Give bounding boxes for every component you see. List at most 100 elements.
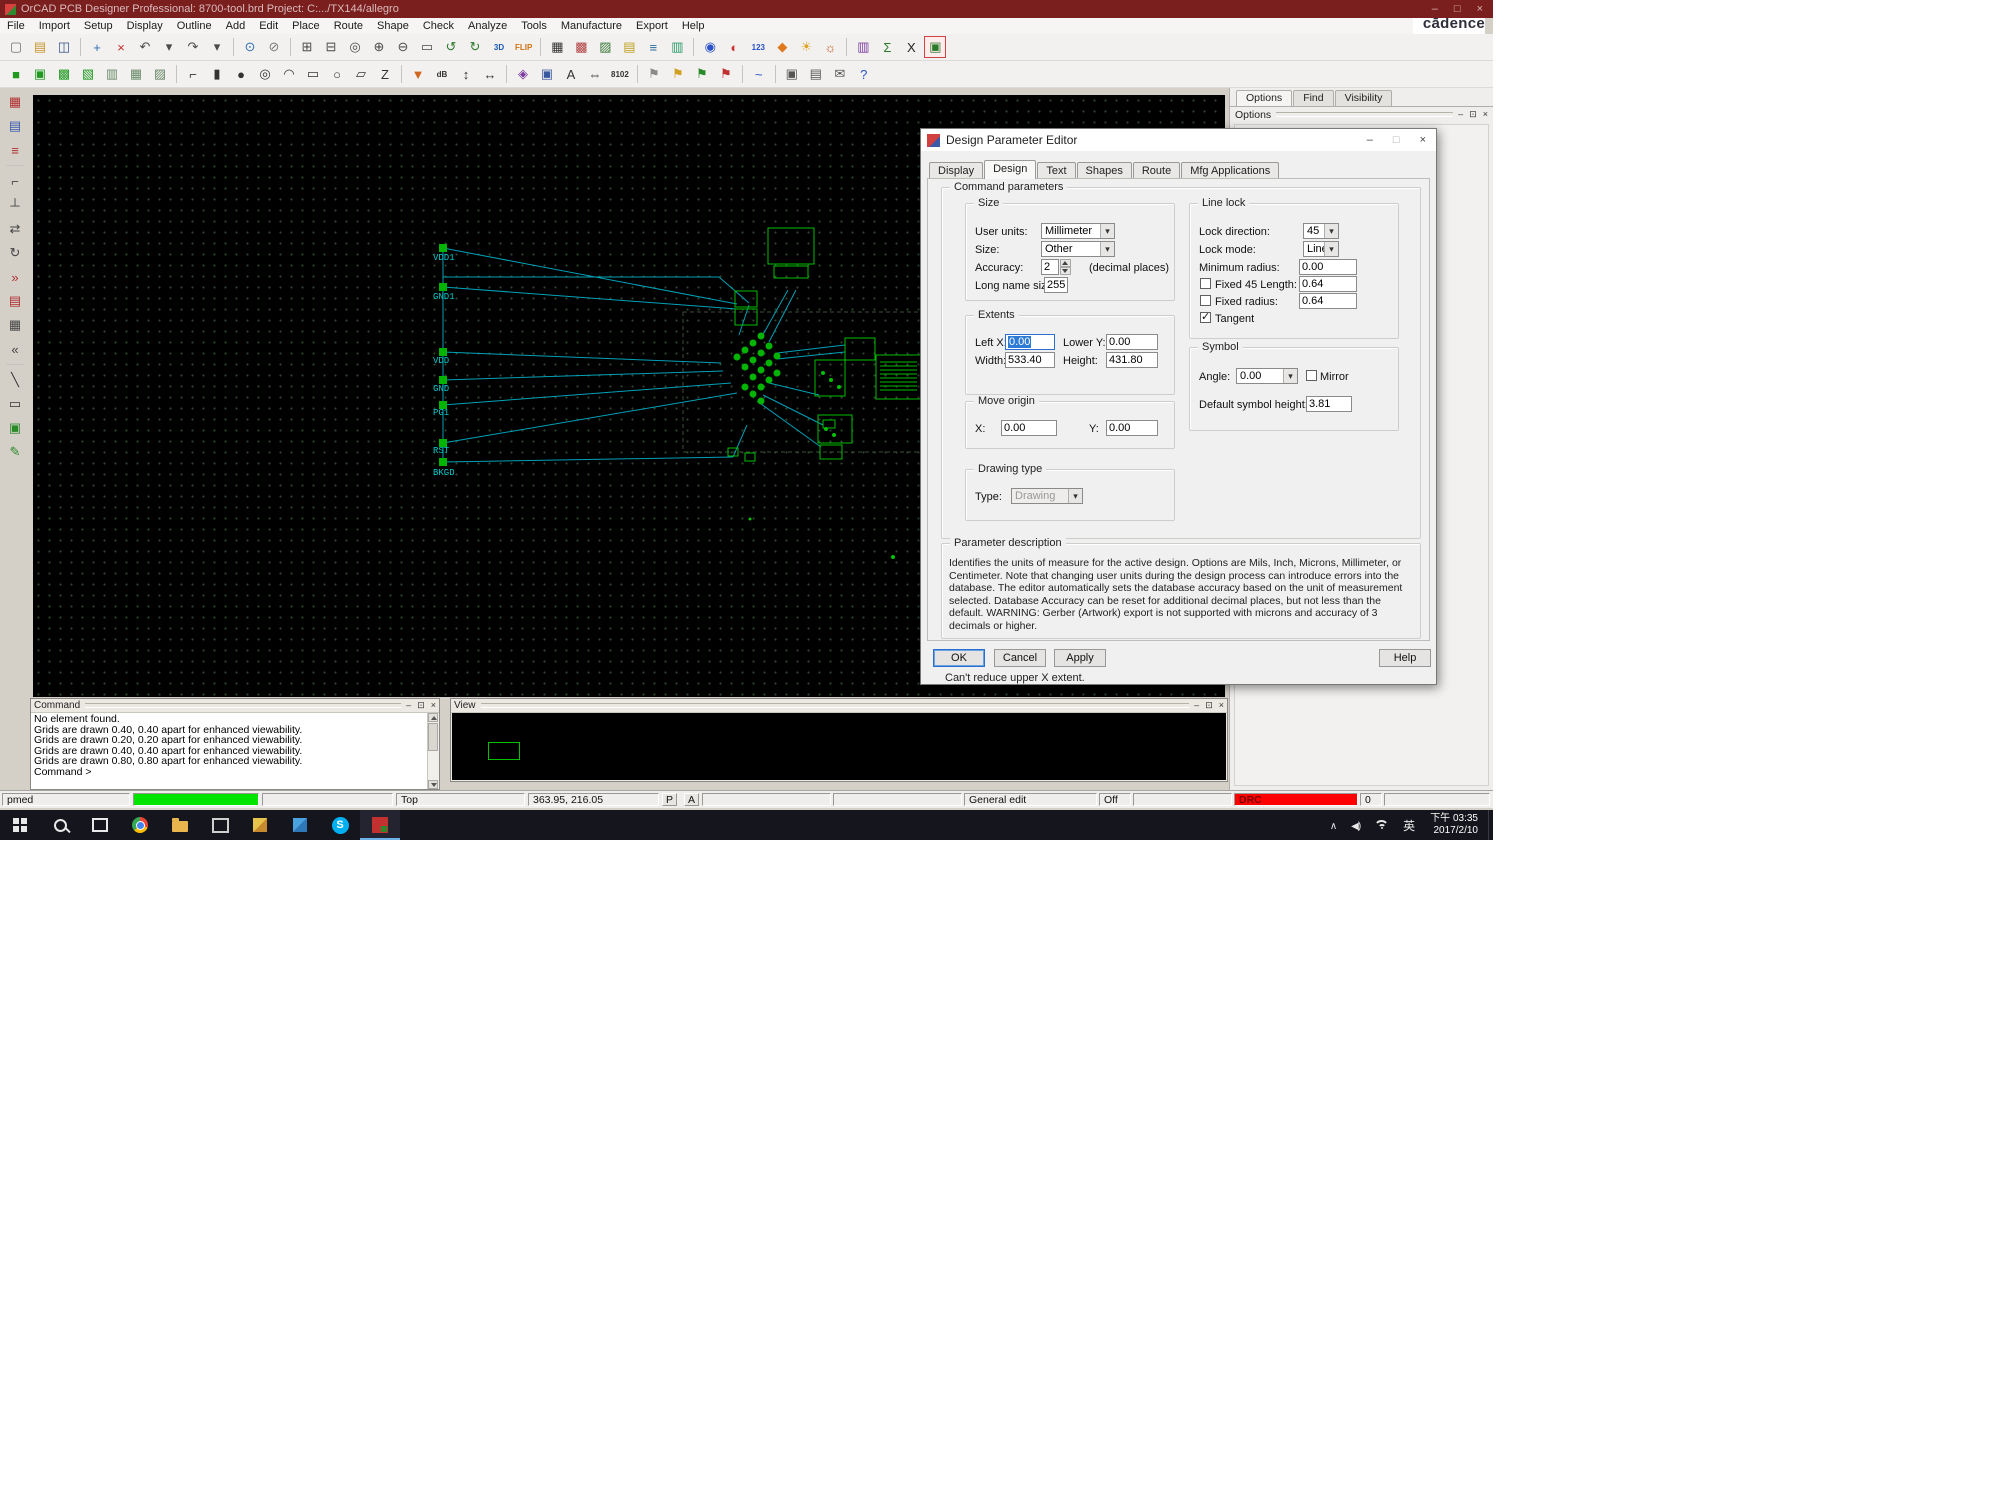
dialog-close-icon[interactable] [1420,134,1426,146]
search-button[interactable] [40,810,80,840]
pin-tool-icon[interactable]: ▼ [407,63,429,85]
command-close-icon[interactable] [431,700,436,711]
start-button[interactable] [0,810,40,840]
void-rect-icon[interactable]: ▦ [125,63,147,85]
edit-etch-icon[interactable]: ✎ [4,441,26,463]
photos-button[interactable] [240,810,280,840]
pictures-button[interactable] [280,810,320,840]
flag-red-icon[interactable]: ⚑ [715,63,737,85]
paste-icon[interactable]: ▤ [805,63,827,85]
fixed-radius-checkbox[interactable] [1200,295,1211,306]
void-polygon-icon[interactable]: ▥ [101,63,123,85]
origin-x-input[interactable]: 0.00 [1001,420,1057,436]
auto-rename-icon[interactable]: 123 [747,36,769,58]
spinner-up-icon[interactable] [1060,259,1071,267]
lower-y-input[interactable]: 0.00 [1106,334,1158,350]
user-units-select[interactable]: Millimeter [1041,223,1115,239]
scroll-down-icon[interactable] [428,780,438,789]
flag-yellow-icon[interactable]: ⚑ [667,63,689,85]
mail-icon[interactable]: ✉ [829,63,851,85]
dehighlight-icon[interactable]: ☼ [819,36,841,58]
zoom-points-icon[interactable]: ▭ [416,36,438,58]
measure-vertical-icon[interactable]: ↕ [455,63,477,85]
orcad-taskbar-button[interactable] [360,810,400,840]
chrome-taskbar-button[interactable] [120,810,160,840]
color-dialog-icon[interactable]: ▩ [570,36,592,58]
redo-menu-icon[interactable]: ▾ [206,36,228,58]
menu-item[interactable]: Display [120,19,170,33]
menu-item[interactable]: Outline [170,19,219,33]
width-input[interactable]: 533.40 [1005,352,1055,368]
command-scrollbar[interactable] [427,713,439,789]
a-button[interactable]: A [684,793,699,806]
show-desktop-button[interactable] [1488,810,1493,840]
rats-all-icon[interactable]: ⊟ [320,36,342,58]
reports-icon[interactable]: ▥ [852,36,874,58]
spinner-down-icon[interactable] [1060,267,1071,275]
tab-visibility[interactable]: Visibility [1335,90,1393,106]
palette-icon[interactable]: ▦ [4,91,26,113]
visibility-pane-icon[interactable]: ▥ [666,36,688,58]
shape-rect-icon[interactable]: ▣ [29,63,51,85]
accuracy-input[interactable]: 2 [1041,259,1059,275]
shadow-mode-icon[interactable]: ▨ [594,36,616,58]
layer-list-icon[interactable]: ≡ [4,139,26,161]
status-sigma-icon[interactable]: Σ [876,36,898,58]
view-close-icon[interactable] [1219,700,1224,711]
add-rect-icon[interactable]: ▭ [302,63,324,85]
menu-item[interactable]: Export [629,19,675,33]
void-circle-icon[interactable]: ▨ [149,63,171,85]
view-minimize-icon[interactable] [1194,700,1199,711]
dialog-minimize-icon[interactable] [1367,134,1373,146]
angle-select[interactable]: 0.00 [1236,368,1298,384]
taskbar-clock[interactable]: 下午 03:35 2017/2/10 [1430,813,1478,837]
spin-icon[interactable]: ↻ [4,242,26,264]
dialog-maximize-icon[interactable] [1393,134,1400,146]
add-donut-icon[interactable]: ◎ [254,63,276,85]
menu-item[interactable]: Edit [252,19,285,33]
menu-item[interactable]: Import [32,19,77,33]
flag-green-icon[interactable]: ⚑ [691,63,713,85]
undo-icon[interactable]: ↶ [134,36,156,58]
add-arc-icon[interactable]: ◠ [278,63,300,85]
command-minimize-icon[interactable] [406,700,411,711]
add-filled-rect-icon[interactable]: ▮ [206,63,228,85]
menu-item[interactable]: Place [285,19,327,33]
pad-icon[interactable]: ▣ [536,63,558,85]
delete-icon[interactable]: × [110,36,132,58]
new-drawing-icon[interactable]: ▢ [5,36,27,58]
accuracy-spinner[interactable] [1060,259,1071,275]
close-icon[interactable] [1477,3,1483,15]
db-label-icon[interactable]: dB [431,63,453,85]
lock-direction-select[interactable]: 45 [1303,223,1339,239]
add-zigzag-icon[interactable]: Z [374,63,396,85]
tab-options[interactable]: Options [1236,90,1292,106]
measure-horizontal-icon[interactable]: ↔ [479,63,501,85]
move-icon[interactable]: + [86,36,108,58]
panel-restore-icon[interactable] [1469,109,1477,120]
left-x-input[interactable]: 0.00 [1005,334,1055,350]
store-button[interactable] [200,810,240,840]
origin-y-input[interactable]: 0.00 [1106,420,1158,436]
fix-icon[interactable]: ⊙ [239,36,261,58]
cross-section-icon[interactable]: ≡ [642,36,664,58]
menu-item[interactable]: Shape [370,19,416,33]
menu-item[interactable]: Route [327,19,370,33]
minimum-radius-input[interactable]: 0.00 [1299,259,1357,275]
command-output[interactable]: No element found.Grids are drawn 0.40, 0… [32,713,427,788]
tab-find[interactable]: Find [1293,90,1333,106]
color-wheel-icon[interactable]: ◉ [699,36,721,58]
zoom-previous-icon[interactable]: ↺ [440,36,462,58]
undo-menu-icon[interactable]: ▾ [158,36,180,58]
redraw-icon[interactable]: ↻ [464,36,486,58]
tangent-checkbox[interactable] [1200,312,1211,323]
menu-item[interactable]: Tools [514,19,554,33]
dimension-icon[interactable]: ⇔ [584,63,606,85]
shape-circle-icon[interactable]: ▩ [53,63,75,85]
menu-item[interactable]: Setup [77,19,120,33]
skype-button[interactable]: S [320,810,360,840]
p-button[interactable]: P [662,793,677,806]
shape-polygon-icon[interactable]: ■ [5,63,27,85]
via-icon[interactable]: ◈ [512,63,534,85]
shape-select-icon[interactable]: ▧ [77,63,99,85]
